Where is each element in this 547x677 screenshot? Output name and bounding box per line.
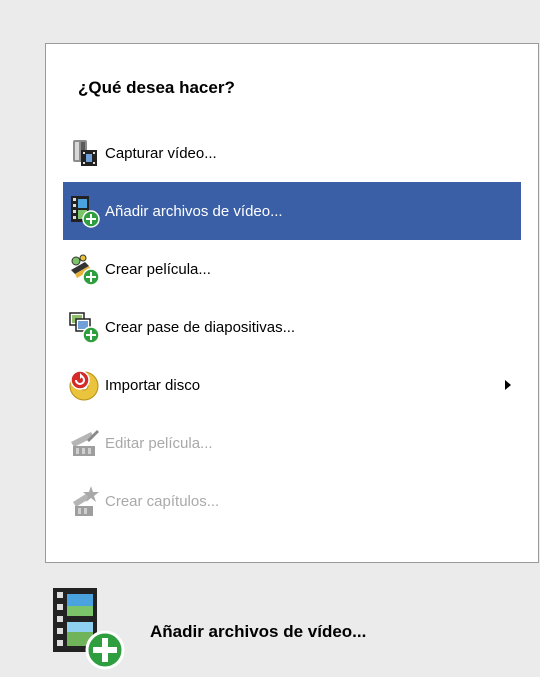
edit-movie-icon bbox=[71, 430, 99, 456]
add-video-files-large-icon bbox=[53, 588, 125, 670]
menu-item-label: Editar película... bbox=[105, 434, 213, 452]
menu-item-edit-movie: Editar película... bbox=[63, 414, 521, 472]
create-chapters-icon bbox=[73, 486, 99, 516]
menu-item-label: Crear película... bbox=[105, 260, 211, 278]
submenu-arrow-icon bbox=[505, 380, 511, 390]
menu-item-import-disc[interactable]: Importar disco bbox=[63, 356, 521, 414]
selected-task-label: Añadir archivos de vídeo... bbox=[150, 622, 367, 641]
import-disc-icon bbox=[69, 370, 99, 401]
menu-item-label: Capturar vídeo... bbox=[105, 144, 217, 162]
menu-item-label: Crear capítulos... bbox=[105, 492, 220, 510]
menu-item-add-video-files[interactable]: Añadir archivos de vídeo... bbox=[63, 182, 521, 240]
selected-task-preview: Añadir archivos de vídeo... bbox=[45, 572, 539, 677]
menu-item-label: Añadir archivos de vídeo... bbox=[105, 202, 283, 220]
window-edge bbox=[540, 0, 547, 677]
create-movie-icon bbox=[71, 254, 100, 286]
menu-item-create-slideshow[interactable]: Crear pase de diapositivas... bbox=[63, 298, 521, 356]
menu-item-create-movie[interactable]: Crear película... bbox=[63, 240, 521, 298]
create-slideshow-icon bbox=[69, 312, 100, 344]
capture-video-icon bbox=[73, 140, 97, 166]
menu-item-label: Crear pase de diapositivas... bbox=[105, 318, 296, 336]
add-video-files-icon bbox=[71, 196, 100, 228]
menu-item-create-chapters: Crear capítulos... bbox=[63, 472, 521, 530]
menu-item-capture-video[interactable]: Capturar vídeo... bbox=[63, 124, 521, 182]
menu-heading: ¿Qué desea hacer? bbox=[78, 78, 235, 97]
menu-item-label: Importar disco bbox=[105, 376, 201, 394]
task-menu: ¿Qué desea hacer? Capturar vídeo... Añad… bbox=[45, 43, 539, 563]
